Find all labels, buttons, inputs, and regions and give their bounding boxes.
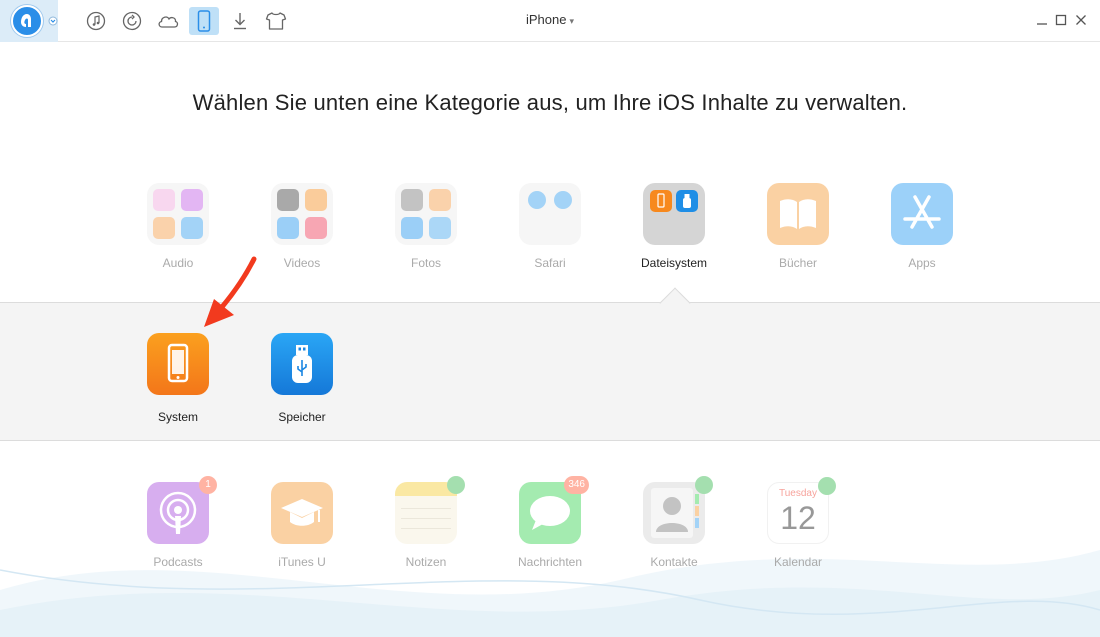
- message-bubble-icon: 346: [519, 476, 589, 544]
- phone-icon[interactable]: [189, 7, 219, 35]
- category-label: Bücher: [778, 256, 818, 270]
- category-label: Kontakte: [650, 555, 698, 569]
- safari-folder-icon: [519, 183, 581, 245]
- category-label: Dateisystem: [640, 256, 708, 270]
- app-logo-icon: [11, 5, 43, 37]
- podcast-count-badge: 1: [199, 476, 217, 494]
- contacts-icon: [643, 476, 713, 544]
- category-label: Safari: [534, 256, 566, 270]
- subcategory-speicher[interactable]: Speicher: [247, 333, 357, 424]
- pointer-arrow-icon: [200, 255, 260, 336]
- category-label: Fotos: [410, 256, 441, 270]
- maximize-icon[interactable]: [1053, 12, 1069, 28]
- chevron-down-icon: [48, 13, 58, 29]
- calendar-date: 12: [780, 500, 816, 536]
- cloud-sync-icon: [447, 476, 465, 494]
- cloud-sync-icon: [695, 476, 713, 494]
- podcast-icon: 1: [147, 476, 217, 544]
- category-nachrichten[interactable]: 346 Nachrichten: [495, 476, 605, 569]
- category-safari[interactable]: Safari: [495, 183, 605, 270]
- title-bar: iPhone ▾: [0, 0, 1100, 42]
- audio-folder-icon: [147, 183, 209, 245]
- tshirt-icon[interactable]: [261, 7, 291, 35]
- subcategory-system[interactable]: System: [123, 333, 233, 424]
- chevron-down-icon: ▾: [569, 16, 574, 26]
- category-kontakte[interactable]: Kontakte: [619, 476, 729, 569]
- cloud-sync-icon: [818, 477, 836, 495]
- photos-folder-icon: [395, 183, 457, 245]
- device-selector[interactable]: iPhone ▾: [500, 12, 600, 27]
- subcategory-label: Speicher: [278, 410, 326, 424]
- device-name: iPhone: [525, 12, 567, 27]
- app-store-icon: [891, 183, 953, 245]
- category-fotos[interactable]: Fotos: [371, 183, 481, 270]
- category-kalendar[interactable]: Tuesday 12 Kalendar: [743, 477, 853, 569]
- graduation-cap-icon: [271, 482, 333, 544]
- system-phone-icon: [147, 333, 209, 395]
- notes-icon: [395, 476, 465, 544]
- category-label: Podcasts: [153, 555, 203, 569]
- page-heading: Wählen Sie unten eine Kategorie aus, um …: [192, 90, 908, 115]
- category-dateisystem[interactable]: Dateisystem: [619, 183, 729, 270]
- category-label: iTunes U: [278, 555, 326, 569]
- subcategory-label: System: [157, 410, 198, 424]
- filesystem-folder-icon: [643, 183, 705, 245]
- download-icon[interactable]: [225, 7, 255, 35]
- videos-folder-icon: [271, 183, 333, 245]
- category-label: Apps: [908, 256, 936, 270]
- category-itunes-u[interactable]: iTunes U: [247, 482, 357, 569]
- category-apps[interactable]: Apps: [867, 183, 977, 270]
- usb-drive-icon: [271, 333, 333, 395]
- app-menu-button[interactable]: [0, 0, 58, 42]
- category-podcasts[interactable]: 1 Podcasts: [123, 476, 233, 569]
- calendar-icon: Tuesday 12: [767, 477, 836, 544]
- category-videos[interactable]: Videos: [247, 183, 357, 270]
- category-label: Videos: [283, 256, 321, 270]
- close-icon[interactable]: [1073, 12, 1089, 28]
- category-label: Notizen: [405, 555, 447, 569]
- category-buecher[interactable]: Bücher: [743, 183, 853, 270]
- cloud-icon[interactable]: [153, 7, 183, 35]
- restore-icon[interactable]: [117, 7, 147, 35]
- category-label: Kalendar: [773, 555, 823, 569]
- music-note-icon[interactable]: [81, 7, 111, 35]
- book-icon: [767, 183, 829, 245]
- message-count-badge: 346: [564, 476, 589, 494]
- category-label: Nachrichten: [517, 555, 583, 569]
- category-notizen[interactable]: Notizen: [371, 476, 481, 569]
- minimize-icon[interactable]: [1034, 12, 1050, 28]
